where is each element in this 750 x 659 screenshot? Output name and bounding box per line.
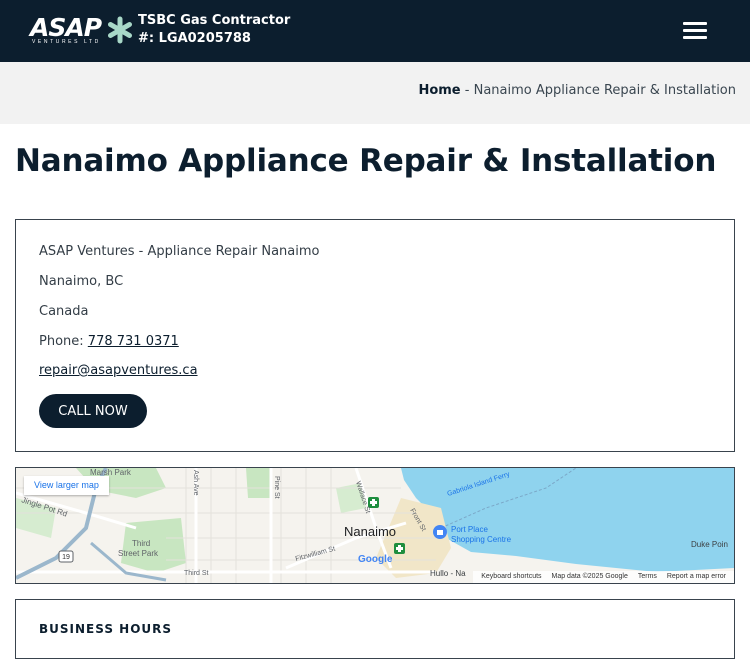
- keyboard-shortcuts-link[interactable]: Keyboard shortcuts: [477, 573, 545, 580]
- route-19-label: 19: [62, 554, 70, 561]
- breadcrumb: Home - Nanaimo Appliance Repair & Instal…: [418, 83, 736, 98]
- map-park-small-1: [246, 468, 271, 498]
- breadcrumb-separator: -: [460, 83, 474, 98]
- asterisk-logo-icon: [108, 16, 132, 44]
- map-attribution-bar: Keyboard shortcuts Map data ©2025 Google…: [473, 571, 734, 583]
- email-link[interactable]: repair@asapventures.ca: [39, 363, 198, 378]
- call-now-button[interactable]: CALL NOW: [39, 394, 147, 428]
- terms-link[interactable]: Terms: [634, 573, 661, 580]
- map-label-nanaimo: Nanaimo: [344, 524, 396, 539]
- map-data-credit: Map data ©2025 Google: [551, 573, 628, 580]
- business-city: Nanaimo, BC: [39, 274, 124, 289]
- shopping-marker-icon[interactable]: [433, 525, 447, 539]
- map-label-pine-st: Pine St: [273, 476, 280, 499]
- map-label-third-street-park-1: Third: [132, 539, 150, 548]
- map-label-third-street-park-2: Street Park: [118, 549, 159, 558]
- map-label-hullo: Hullo - Na: [430, 569, 466, 578]
- map-label-ash-ave: Ash Ave: [192, 470, 199, 496]
- breadcrumb-home-link[interactable]: Home: [418, 83, 460, 98]
- contractor-line-1: TSBC Gas Contractor: [138, 13, 291, 28]
- view-larger-map-link[interactable]: View larger map: [24, 476, 109, 495]
- breadcrumb-bar: Home - Nanaimo Appliance Repair & Instal…: [0, 62, 750, 124]
- phone-link[interactable]: 778 731 0371: [88, 334, 179, 349]
- contractor-license: TSBC Gas Contractor #: LGA0205788: [138, 12, 358, 48]
- site-logo[interactable]: ASAP VENTURES LTD: [30, 14, 134, 48]
- route-19-shield-icon: 19: [58, 550, 74, 563]
- logo-wordmark: ASAP: [30, 13, 102, 42]
- business-hours-title: BUSINESS HOURS: [39, 622, 173, 636]
- map-label-third-st: Third St: [184, 570, 209, 577]
- contractor-line-2: #: LGA0205788: [138, 31, 251, 46]
- report-map-error-link[interactable]: Report a map error: [663, 573, 730, 580]
- breadcrumb-current: Nanaimo Appliance Repair & Installation: [473, 83, 736, 98]
- email-line: repair@asapventures.ca: [39, 363, 198, 378]
- business-name: ASAP Ventures - Appliance Repair Nanaimo: [39, 244, 320, 259]
- map-label-port-place-2: Shopping Centre: [451, 535, 512, 544]
- map-label-duke-point: Duke Poin: [691, 540, 728, 549]
- contact-card: ASAP Ventures - Appliance Repair Nanaimo…: [15, 219, 735, 452]
- hamburger-menu-icon[interactable]: [680, 18, 710, 44]
- business-country: Canada: [39, 304, 89, 319]
- page-title: Nanaimo Appliance Repair & Installation: [15, 143, 717, 179]
- phone-label: Phone:: [39, 334, 88, 349]
- google-logo: Google: [358, 554, 393, 565]
- site-header: ASAP VENTURES LTD TSBC Gas Contractor #:…: [0, 0, 750, 62]
- map-canvas[interactable]: 19 Marsh Park Jingle Pot Rd Third Street…: [16, 468, 734, 583]
- business-hours-card: BUSINESS HOURS: [15, 599, 735, 659]
- map-label-port-place-1: Port Place: [451, 525, 488, 534]
- embedded-map[interactable]: 19 Marsh Park Jingle Pot Rd Third Street…: [15, 467, 735, 584]
- phone-line: Phone: 778 731 0371: [39, 334, 179, 349]
- logo-subtext: VENTURES LTD: [32, 39, 101, 45]
- medical-marker-icon[interactable]: [394, 543, 405, 554]
